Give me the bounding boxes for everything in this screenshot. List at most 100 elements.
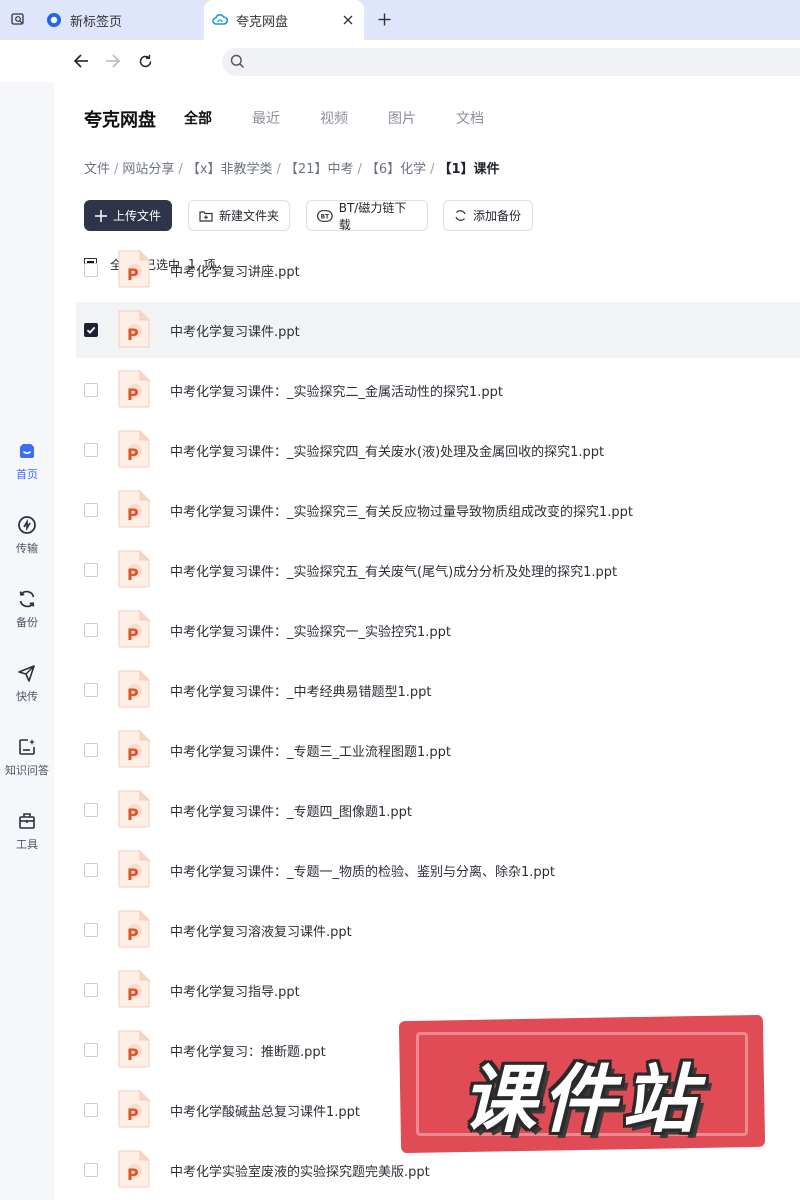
paper-plane-icon [16, 662, 38, 684]
file-row[interactable]: P 中考化学复习课件：_实验探究五_有关废气(尾气)成分分析及处理的探究1.ppt [76, 542, 800, 598]
file-name[interactable]: 中考化学复习讲座.ppt [170, 261, 300, 280]
file-name[interactable]: 中考化学复习溶液复习课件.ppt [170, 921, 352, 940]
breadcrumb-current: 【1】课件 [438, 162, 500, 177]
ppt-file-icon: P [116, 550, 150, 588]
file-checkbox[interactable] [84, 1043, 98, 1057]
file-name[interactable]: 中考化学复习课件：_实验探究三_有关反应物过量导致物质组成改变的探究1.ppt [170, 501, 633, 520]
file-name[interactable]: 中考化学复习课件：_实验探究四_有关废水(液)处理及金属回收的探究1.ppt [170, 441, 604, 460]
new-tab-plus-icon[interactable] [372, 8, 396, 30]
file-name[interactable]: 中考化学复习课件.ppt [170, 321, 300, 340]
breadcrumb-item[interactable]: 网站分享 [122, 162, 174, 177]
sidebar-item-home[interactable]: 首页 [0, 440, 54, 496]
ppt-file-icon: P [116, 490, 150, 528]
file-row[interactable]: P 中考化学复习课件：_实验探究三_有关反应物过量导致物质组成改变的探究1.ppt [76, 482, 800, 538]
file-checkbox[interactable] [84, 263, 98, 277]
file-checkbox[interactable] [84, 923, 98, 937]
file-name[interactable]: 中考化学实验室废液的实验探究题完美版.ppt [170, 1161, 430, 1180]
file-name[interactable]: 中考化学复习课件：_专题一_物质的检验、鉴别与分离、除杂1.ppt [170, 861, 555, 880]
svg-text:P: P [127, 385, 139, 404]
breadcrumb-item[interactable]: 文件 [84, 162, 110, 177]
close-tab-icon[interactable] [338, 10, 358, 30]
file-name[interactable]: 中考化学复习课件：_实验探究五_有关废气(尾气)成分分析及处理的探究1.ppt [170, 561, 617, 580]
tab-video[interactable]: 视频 [320, 108, 348, 128]
file-row[interactable]: P 中考化学复习课件：_实验探究四_有关废水(液)处理及金属回收的探究1.ppt [76, 422, 800, 478]
forward-arrow-icon[interactable] [102, 50, 124, 72]
file-checkbox[interactable] [84, 623, 98, 637]
tab-documents[interactable]: 文档 [456, 108, 484, 128]
sidebar-item-transfer[interactable]: 传输 [0, 514, 54, 570]
sidebar-item-label: 首页 [16, 468, 38, 481]
file-row[interactable]: P 中考化学复习溶液复习课件.ppt [76, 902, 800, 958]
tab-recent[interactable]: 最近 [252, 108, 280, 128]
file-name[interactable]: 中考化学复习课件：_实验探究一_实验控究1.ppt [170, 621, 451, 640]
search-icon [230, 54, 245, 73]
svg-text:P: P [127, 925, 139, 944]
sidebar-item-label: 备份 [16, 616, 38, 629]
bt-magnet-download-button[interactable]: BT BT/磁力链下载 [306, 200, 428, 232]
file-name[interactable]: 中考化学复习：推断题.ppt [170, 1041, 326, 1060]
sidebar-item-label: 传输 [16, 542, 38, 555]
file-checkbox[interactable] [84, 863, 98, 877]
file-name[interactable]: 中考化学复习课件：_中考经典易错题型1.ppt [170, 681, 432, 700]
knowledge-qa-icon [16, 736, 38, 758]
file-checkbox[interactable] [84, 983, 98, 997]
file-checkbox[interactable] [84, 1103, 98, 1117]
back-arrow-icon[interactable] [70, 50, 92, 72]
plus-icon [95, 209, 107, 222]
tab-search-icon[interactable] [6, 8, 30, 30]
brand-title: 夸克网盘 [84, 110, 156, 131]
file-name[interactable]: 中考化学复习课件：_专题三_工业流程图题1.ppt [170, 741, 451, 760]
sidebar-item-quick-transfer[interactable]: 快传 [0, 662, 54, 718]
breadcrumb-separator: / [276, 162, 281, 177]
file-name[interactable]: 中考化学复习课件：_实验探究二_金属活动性的探究1.ppt [170, 381, 503, 400]
file-checkbox[interactable] [84, 803, 98, 817]
breadcrumb-item[interactable]: 【x】非教学类 [187, 162, 273, 177]
file-name[interactable]: 中考化学复习课件：_专题四_图像题1.ppt [170, 801, 412, 820]
file-checkbox[interactable] [84, 683, 98, 697]
reload-icon[interactable] [134, 50, 156, 72]
file-checkbox[interactable] [84, 563, 98, 577]
file-row[interactable]: P 中考化学复习讲座.ppt [76, 242, 800, 298]
file-checkbox[interactable] [84, 323, 98, 337]
svg-text:P: P [127, 505, 139, 524]
sidebar-item-backup[interactable]: 备份 [0, 588, 54, 644]
breadcrumb-item[interactable]: 【21】中考 [285, 162, 354, 177]
address-bar[interactable] [222, 48, 800, 76]
file-checkbox[interactable] [84, 743, 98, 757]
file-checkbox[interactable] [84, 503, 98, 517]
file-row[interactable]: P 中考化学复习课件：_实验探究一_实验控究1.ppt [76, 602, 800, 658]
tab-new-tab-page[interactable]: 新标签页 [38, 0, 198, 40]
new-folder-button[interactable]: 新建文件夹 [188, 200, 290, 231]
bt-icon: BT [317, 209, 333, 222]
file-checkbox[interactable] [84, 383, 98, 397]
watermark-text: 课件站 [462, 1057, 702, 1143]
bt-download-label: BT/磁力链下载 [338, 200, 407, 232]
file-row[interactable]: P 中考化学复习指导.ppt [76, 962, 800, 1018]
file-row[interactable]: P 中考化学复习课件.ppt [76, 302, 800, 358]
sidebar-item-knowledge-qa[interactable]: 知识问答 [0, 736, 54, 792]
svg-text:P: P [127, 265, 139, 284]
ppt-file-icon: P [116, 250, 150, 288]
file-row[interactable]: P 中考化学复习课件：_中考经典易错题型1.ppt [76, 662, 800, 718]
file-checkbox[interactable] [84, 443, 98, 457]
file-row[interactable]: P 中考化学复习课件：_专题三_工业流程图题1.ppt [76, 722, 800, 778]
upload-file-button[interactable]: 上传文件 [84, 200, 172, 231]
sidebar-item-label: 知识问答 [5, 764, 49, 777]
add-backup-button[interactable]: 添加备份 [443, 200, 533, 231]
breadcrumb-item[interactable]: 【6】化学 [366, 162, 426, 177]
tab-images[interactable]: 图片 [388, 108, 416, 128]
breadcrumb-separator: / [178, 162, 183, 177]
file-name[interactable]: 中考化学复习指导.ppt [170, 981, 300, 1000]
file-row[interactable]: P 中考化学复习课件：_专题四_图像题1.ppt [76, 782, 800, 838]
file-checkbox[interactable] [84, 1163, 98, 1177]
sidebar-item-tools[interactable]: 工具 [0, 810, 54, 866]
ppt-file-icon: P [116, 310, 150, 348]
tab-all[interactable]: 全部 [184, 108, 212, 128]
file-row[interactable]: P 中考化学复习课件：_实验探究二_金属活动性的探究1.ppt [76, 362, 800, 418]
svg-text:P: P [127, 685, 139, 704]
file-row[interactable]: P 中考化学复习课件：_专题一_物质的检验、鉴别与分离、除杂1.ppt [76, 842, 800, 898]
tab-quark-drive[interactable]: 夸克网盘 [204, 0, 364, 40]
ppt-file-icon: P [116, 1150, 150, 1188]
browser-logo-icon [46, 12, 62, 28]
file-name[interactable]: 中考化学酸碱盐总复习课件1.ppt [170, 1101, 360, 1120]
